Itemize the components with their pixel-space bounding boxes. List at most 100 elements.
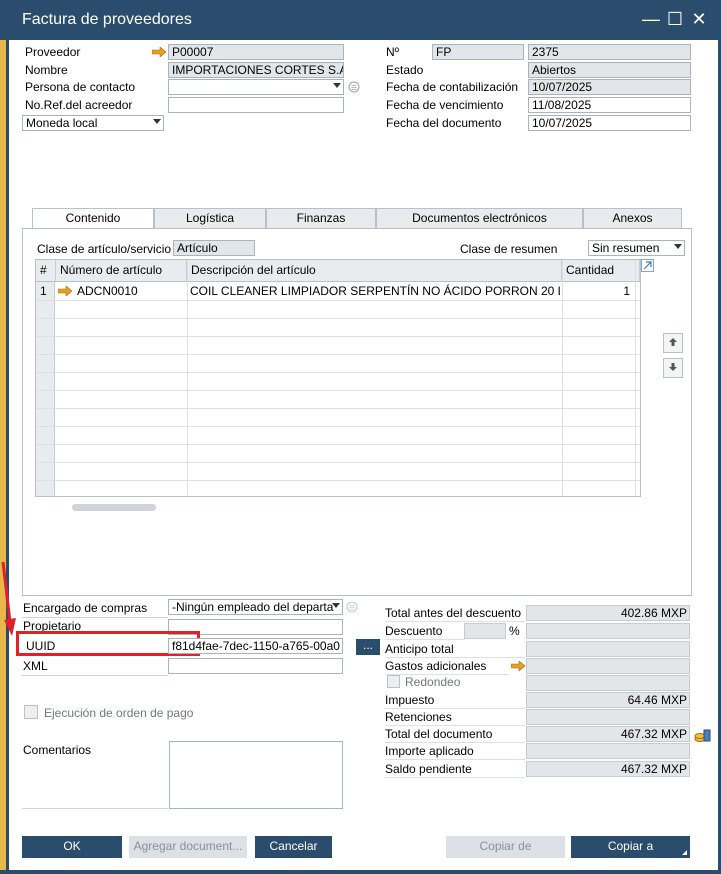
proveedor-field[interactable]: P00007: [168, 44, 344, 60]
corner-triangle-icon: [682, 850, 687, 855]
row-divider: [36, 444, 640, 445]
tab-logistica[interactable]: Logística: [154, 208, 266, 228]
fecha-contabilizacion-label: Fecha de contabilización: [386, 80, 519, 94]
row-divider: [36, 462, 640, 463]
encargado-compras-label: Encargado de compras: [23, 601, 148, 615]
maximize-icon[interactable]: ☐: [664, 8, 686, 30]
persona-contacto-label: Persona de contacto: [25, 80, 136, 94]
chevron-down-icon: [333, 83, 341, 88]
comentarios-label: Comentarios: [23, 743, 92, 757]
expand-icon[interactable]: [641, 259, 654, 272]
row-divider: [36, 372, 640, 373]
move-up-button[interactable]: [663, 333, 683, 353]
row-divider: [36, 426, 640, 427]
persona-contacto-select[interactable]: [168, 79, 344, 95]
clase-articulo-select[interactable]: Artículo: [173, 240, 255, 256]
row-divider: [36, 390, 640, 391]
row-divider: [36, 408, 640, 409]
chevron-down-icon: [153, 119, 161, 124]
column-header-item[interactable]: Número de artículo: [56, 260, 187, 282]
column-header-description[interactable]: Descripción del artículo: [187, 260, 562, 282]
minimize-icon[interactable]: —: [640, 8, 662, 30]
close-icon[interactable]: ✕: [688, 8, 710, 30]
impuesto-value: 64.46 MXP: [526, 692, 690, 708]
coins-icon[interactable]: [693, 726, 711, 744]
redondeo-value: [526, 675, 690, 691]
cancelar-button[interactable]: Cancelar: [255, 836, 332, 858]
column-header-number[interactable]: #: [36, 260, 56, 282]
total-antes-descuento-label: Total antes del descuento: [385, 605, 525, 622]
moneda-value: Moneda local: [26, 116, 98, 130]
title-bar: Factura de proveedores — ☐ ✕: [0, 0, 721, 40]
item-code: ADCN0010: [77, 284, 138, 298]
ejecucion-checkbox[interactable]: [24, 705, 38, 719]
impuesto-label: Impuesto: [385, 692, 525, 709]
ok-button[interactable]: OK: [22, 836, 122, 858]
clase-resumen-label: Clase de resumen: [460, 242, 558, 256]
fecha-vencimiento-label: Fecha de vencimiento: [386, 98, 504, 112]
copiar-de-button[interactable]: Copiar de: [446, 836, 565, 858]
descuento-label: Descuento: [385, 623, 465, 640]
descuento-value: [526, 623, 690, 639]
tab-contenido[interactable]: Contenido: [32, 208, 154, 229]
tab-anexos[interactable]: Anexos: [583, 208, 682, 228]
window-bottom-border: [0, 870, 721, 874]
fecha-contabilizacion-field[interactable]: 10/07/2025: [528, 79, 691, 95]
uuid-browse-button[interactable]: ...: [356, 639, 380, 655]
list-info-icon[interactable]: [348, 81, 360, 93]
percent-sign: %: [509, 624, 520, 638]
tab-documentos-electronicos[interactable]: Documentos electrónicos: [376, 208, 583, 228]
gastos-adicionales-label: Gastos adicionales: [385, 658, 509, 675]
clase-resumen-value: Sin resumen: [592, 241, 660, 255]
move-down-button[interactable]: [663, 358, 683, 378]
list-info-icon[interactable]: [346, 601, 358, 613]
row-divider: [36, 336, 640, 337]
retenciones-value: [526, 709, 690, 725]
moneda-select[interactable]: Moneda local: [22, 115, 164, 131]
fecha-vencimiento-field[interactable]: 11/08/2025: [528, 97, 691, 113]
chevron-down-icon: [332, 603, 340, 608]
agregar-documento-button[interactable]: Agregar document...: [129, 836, 247, 858]
link-arrow-icon[interactable]: [58, 286, 72, 296]
row-divider: [36, 354, 640, 355]
numero-label: Nº: [386, 45, 400, 59]
row-divider: [36, 480, 640, 481]
item-quantity: 1: [623, 284, 630, 298]
uuid-field[interactable]: f81d4fae-7dec-1150-a765-00a0: [168, 638, 343, 654]
link-arrow-icon[interactable]: [511, 661, 525, 671]
tab-finanzas[interactable]: Finanzas: [266, 208, 376, 228]
link-arrow-icon[interactable]: [152, 47, 166, 57]
fecha-documento-label: Fecha del documento: [386, 116, 502, 130]
arrow-down-icon: [669, 363, 677, 371]
arrow-up-icon: [669, 338, 677, 346]
column-header-quantity[interactable]: Cantidad: [562, 260, 640, 282]
uuid-label: UUID: [26, 639, 56, 653]
item-description: COIL CLEANER LIMPIADOR SERPENTÍN NO ÁCID…: [190, 284, 560, 298]
noref-field[interactable]: [168, 97, 344, 113]
horizontal-scrollbar[interactable]: [72, 504, 156, 511]
retenciones-label: Retenciones: [385, 709, 525, 726]
window-left-border-inner: [6, 40, 9, 874]
saldo-pendiente-value: 467.32 MXP: [526, 761, 690, 777]
xml-label: XML: [23, 659, 48, 673]
nombre-field[interactable]: IMPORTACIONES CORTES S.A.: [168, 62, 344, 78]
clase-resumen-select[interactable]: Sin resumen: [588, 240, 685, 256]
xml-field[interactable]: [168, 658, 343, 674]
serie-select[interactable]: FP: [432, 44, 524, 60]
descuento-percent-field[interactable]: [464, 623, 506, 639]
table-row[interactable]: 1 ADCN0010 COIL CLEANER LIMPIADOR SERPEN…: [36, 282, 640, 300]
total-documento-value: 467.32 MXP: [526, 726, 690, 742]
clase-articulo-label: Clase de artículo/servicio: [37, 242, 172, 256]
window-title: Factura de proveedores: [22, 11, 192, 28]
copiar-a-button[interactable]: Copiar a: [571, 836, 690, 858]
encargado-compras-select[interactable]: -Ningún empleado del departa: [168, 599, 343, 615]
row-divider: [36, 318, 640, 319]
redondeo-checkbox[interactable]: [387, 675, 400, 688]
numero-field[interactable]: 2375: [528, 44, 691, 60]
fecha-documento-field[interactable]: 10/07/2025: [528, 115, 691, 131]
comentarios-textarea[interactable]: [169, 741, 343, 809]
saldo-pendiente-label: Saldo pendiente: [385, 761, 525, 778]
redondeo-label: Redondeo: [405, 675, 461, 689]
items-table[interactable]: # Número de artículo Descripción del art…: [35, 259, 641, 497]
estado-field[interactable]: Abiertos: [528, 62, 691, 78]
